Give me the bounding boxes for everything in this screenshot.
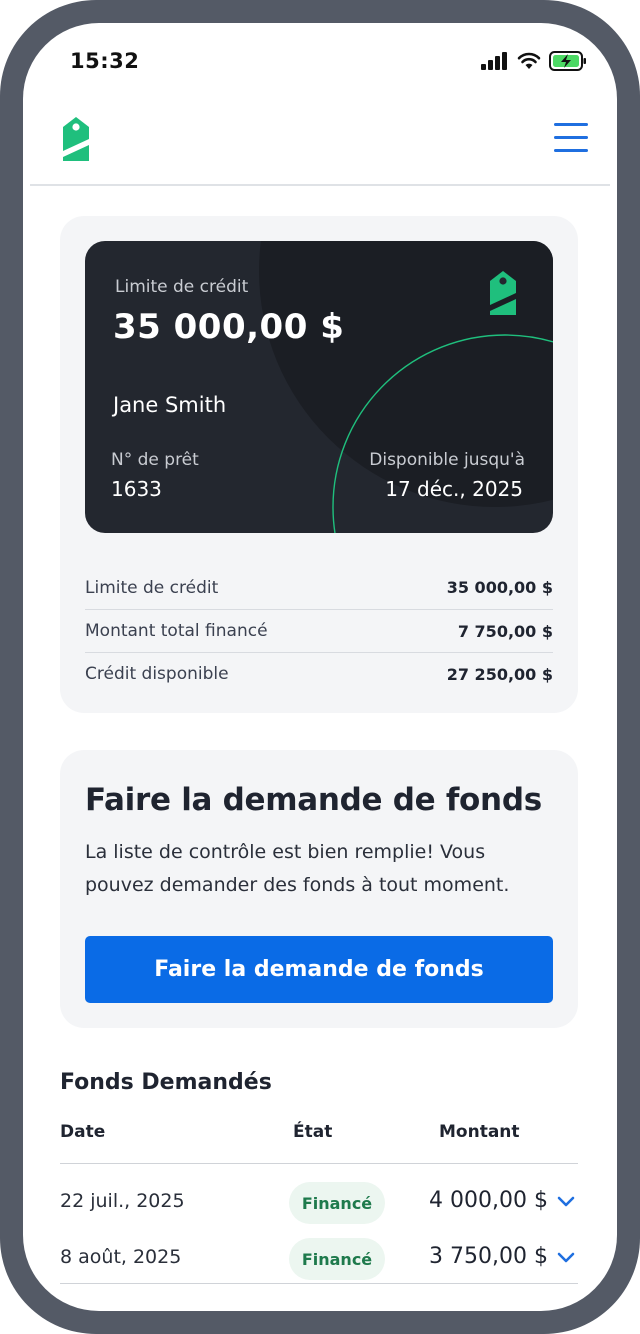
- row-amount: 4 000,00 $: [429, 1188, 548, 1213]
- requested-funds-title: Fonds Demandés: [60, 1070, 272, 1095]
- credit-section: Limite de crédit 35 000,00 $ Jane Smith …: [60, 216, 578, 713]
- column-header-date: Date: [60, 1122, 106, 1142]
- summary-row: Limite de crédit 35 000,00 $: [85, 566, 553, 609]
- status-badge: Financé: [289, 1238, 385, 1280]
- row-date: 8 août, 2025: [60, 1246, 182, 1268]
- summary-value: 35 000,00 $: [446, 578, 553, 597]
- card-limit-label: Limite de crédit: [115, 277, 249, 297]
- summary-row: Montant total financé 7 750,00 $: [85, 609, 553, 652]
- status-time: 15:32: [70, 49, 140, 73]
- funds-request-title: Faire la demande de fonds: [85, 782, 542, 818]
- column-header-amount: Montant: [439, 1122, 520, 1142]
- summary-label: Limite de crédit: [85, 577, 219, 598]
- table-row[interactable]: 8 août, 2025 Financé 3 750,00 $: [60, 1228, 578, 1284]
- available-until-label: Disponible jusqu'à: [369, 450, 525, 470]
- request-funds-button[interactable]: Faire la demande de fonds: [85, 936, 553, 1003]
- summary-row: Crédit disponible 27 250,00 $: [85, 652, 553, 695]
- table-row[interactable]: 22 juil., 2025 Financé 4 000,00 $: [60, 1172, 578, 1228]
- chevron-down-icon[interactable]: [556, 1192, 576, 1212]
- summary-label: Crédit disponible: [85, 664, 229, 684]
- column-header-state: État: [293, 1122, 333, 1142]
- funds-request-section: Faire la demande de fonds La liste de co…: [60, 750, 578, 1028]
- credit-card: Limite de crédit 35 000,00 $ Jane Smith …: [85, 241, 553, 533]
- cellular-signal-icon: [481, 52, 507, 70]
- status-icons: [481, 51, 587, 71]
- status-badge: Financé: [289, 1182, 385, 1224]
- card-brand-logo-icon: [490, 271, 516, 315]
- card-limit-value: 35 000,00 $: [113, 307, 345, 347]
- status-bar: 15:32: [23, 23, 617, 103]
- summary-label: Montant total financé: [85, 621, 268, 641]
- hamburger-menu-icon[interactable]: [554, 123, 588, 157]
- table-header: Date État Montant: [60, 1118, 578, 1164]
- available-until-date: 17 déc., 2025: [385, 477, 523, 501]
- summary-value: 27 250,00 $: [446, 664, 553, 684]
- brand-logo-icon[interactable]: [60, 117, 92, 161]
- card-holder-name: Jane Smith: [113, 393, 227, 417]
- chevron-down-icon[interactable]: [556, 1248, 576, 1268]
- requested-funds-table: Date État Montant 22 juil., 2025 Financé…: [60, 1118, 578, 1284]
- wifi-icon: [517, 52, 541, 69]
- row-date: 22 juil., 2025: [60, 1190, 185, 1212]
- row-amount: 3 750,00 $: [429, 1244, 548, 1269]
- loan-number-label: N° de prêt: [111, 450, 199, 470]
- app-screen: 15:32 Limite de crédit 35 000,00 $ Jane …: [23, 23, 617, 1311]
- credit-summary: Limite de crédit 35 000,00 $ Montant tot…: [85, 566, 553, 695]
- top-navigation: [30, 103, 610, 186]
- battery-charging-icon: [549, 51, 586, 71]
- funds-request-text: La liste de contrôle est bien remplie! V…: [85, 841, 510, 896]
- loan-number: 1633: [111, 477, 162, 501]
- summary-value: 7 750,00 $: [457, 621, 553, 641]
